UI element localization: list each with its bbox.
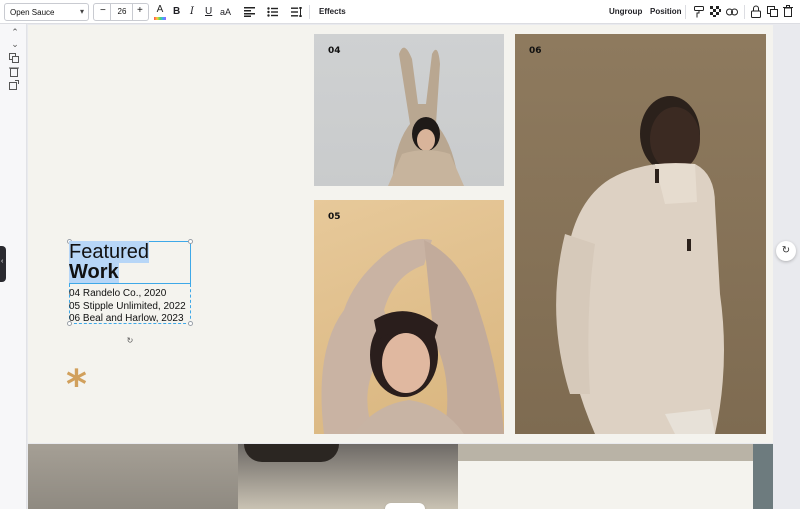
duplicate-page-icon[interactable] (9, 53, 21, 65)
asterisk-graphic[interactable]: * (66, 365, 87, 405)
next-page-preview[interactable] (28, 444, 773, 509)
underline-button[interactable]: U (205, 5, 212, 19)
resize-handle-tr[interactable] (188, 239, 193, 244)
editor-toolbar: Open Sauce ▾ − 26 + A B I U aA Effects U… (0, 0, 800, 24)
bullet-list-icon[interactable] (267, 7, 278, 17)
credit-item: 05 Stipple Unlimited, 2022 (69, 300, 186, 312)
photo-number-04: 04 (328, 46, 341, 56)
delete-page-icon[interactable] (9, 66, 21, 78)
photo-number-06: 06 (529, 46, 542, 56)
preview-photo-right (753, 444, 773, 509)
side-panel-toggle[interactable]: ‹ (0, 246, 6, 282)
preview-hat-shape (244, 444, 339, 462)
page-scroll-pill[interactable] (385, 503, 425, 509)
person-photo-04 (388, 47, 464, 186)
title-line-2: Work (69, 261, 119, 283)
featured-work-title[interactable]: Featured Work (69, 241, 150, 283)
photo-05[interactable]: 05 (314, 200, 504, 434)
person-photo-06 (556, 96, 724, 434)
font-family-select[interactable]: Open Sauce ▾ (4, 3, 89, 21)
credit-item: 04 Randelo Co., 2020 (69, 288, 167, 299)
font-size-value[interactable]: 26 (115, 7, 129, 16)
chevron-down-icon: ▾ (79, 7, 84, 16)
credits-list[interactable]: 04 Randelo Co., 2020 05 Stipple Unlimite… (69, 288, 186, 326)
increase-size-button[interactable]: + (137, 5, 143, 16)
link-icon[interactable] (726, 7, 738, 17)
ungroup-button[interactable]: Ungroup (609, 7, 642, 16)
text-color-icon: A (156, 4, 164, 15)
chevron-up-icon[interactable]: ⌃ (9, 26, 21, 38)
resize-handle-br[interactable] (188, 321, 193, 326)
decrease-size-button[interactable]: − (100, 5, 106, 16)
preview-text-panel (458, 461, 753, 509)
refresh-icon: ↻ (781, 245, 791, 256)
color-bar-icon (154, 17, 166, 20)
transparency-icon[interactable] (710, 6, 721, 17)
paint-format-icon[interactable] (694, 6, 705, 18)
person-photo-05 (321, 239, 504, 434)
title-line-1: Featured (69, 241, 150, 263)
trash-icon[interactable] (783, 5, 793, 17)
photo-04[interactable]: 04 (314, 34, 504, 186)
chevron-left-icon: ‹ (1, 258, 4, 265)
add-page-icon[interactable] (9, 80, 21, 92)
photo-06[interactable]: 06 (515, 34, 766, 434)
design-page[interactable]: 04 05 06 Featured Work 04 Randelo Co., 2… (28, 25, 773, 443)
text-color-button[interactable]: A (154, 4, 166, 20)
text-align-left-icon[interactable] (244, 7, 255, 17)
effects-button[interactable]: Effects (319, 7, 346, 16)
italic-button[interactable]: I (190, 5, 194, 19)
preview-photo-left (28, 444, 238, 509)
rotate-handle-icon[interactable]: ↻ (125, 336, 135, 346)
refresh-suggestions-button[interactable]: ↻ (776, 241, 796, 261)
font-family-value: Open Sauce (10, 8, 55, 17)
line-spacing-icon[interactable] (291, 7, 302, 17)
bold-button[interactable]: B (173, 5, 180, 19)
credit-item: 06 Beal and Harlow, 2023 (69, 313, 184, 324)
font-size-stepper[interactable]: − 26 + (93, 3, 149, 21)
photo-number-05: 05 (328, 212, 341, 222)
duplicate-icon[interactable] (767, 6, 778, 17)
letter-case-button[interactable]: aA (220, 5, 231, 19)
lock-icon[interactable] (751, 5, 761, 18)
position-button[interactable]: Position (650, 7, 682, 16)
chevron-down-icon[interactable]: ⌄ (9, 38, 21, 50)
